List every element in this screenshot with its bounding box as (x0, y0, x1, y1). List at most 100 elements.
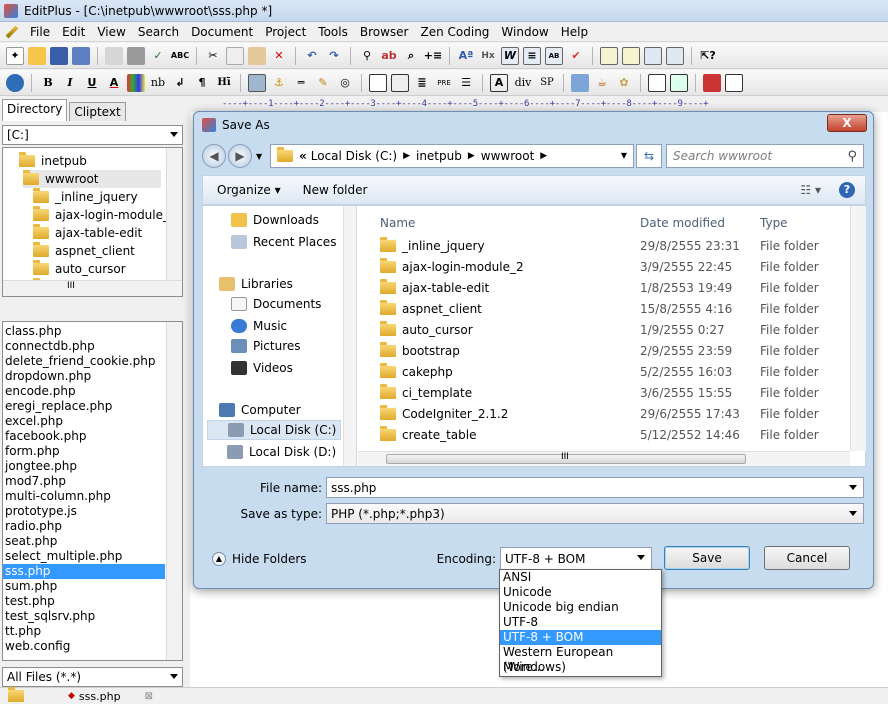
file-list-item[interactable]: delete_friend_cookie.php (5, 354, 156, 369)
file-list-item[interactable]: sum.php (5, 579, 57, 594)
find-icon[interactable]: ⚲ (358, 47, 376, 65)
menu-edit[interactable]: Edit (56, 25, 91, 39)
scroll-thumb[interactable]: III (386, 452, 746, 464)
encoding-option[interactable]: Unicode (500, 585, 661, 600)
nav-item-videos[interactable]: Videos (231, 358, 293, 378)
help-icon[interactable]: ? (839, 182, 855, 198)
comment-icon[interactable]: ◎ (336, 74, 354, 92)
context-help-icon[interactable]: ⇱? (699, 47, 717, 65)
undo-icon[interactable]: ↶ (303, 47, 321, 65)
script-icon[interactable] (571, 73, 589, 92)
tab-directory[interactable]: Directory (2, 99, 68, 121)
file-list-item[interactable]: mod7.php (5, 474, 66, 489)
save-type-select[interactable]: PHP (*.php;*.php3) (326, 503, 864, 524)
image-icon[interactable] (248, 73, 266, 92)
dialog-close-button[interactable]: X (827, 114, 867, 132)
file-pane[interactable]: Name Date modified Type III _inline_jque… (358, 206, 866, 466)
pre-icon[interactable]: PRE (435, 74, 453, 92)
save-button[interactable]: Save (664, 546, 750, 570)
paste-icon[interactable] (248, 46, 266, 65)
font-color-icon[interactable]: A (105, 74, 123, 92)
address-overflow[interactable]: « (299, 149, 307, 163)
table-icon[interactable] (369, 73, 387, 92)
nav-item-downloads[interactable]: Downloads (231, 210, 319, 230)
encoding-option[interactable]: Western European (Windows) (500, 645, 661, 674)
history-chevron-icon[interactable]: ▼ (256, 152, 262, 161)
file-pane-vertical-scrollbar[interactable] (850, 206, 866, 451)
address-dropdown-icon[interactable]: ▼ (621, 151, 627, 160)
find-in-files-icon[interactable]: ⌕ (402, 47, 420, 65)
file-name-input[interactable]: sss.php (326, 477, 864, 498)
file-filter-select[interactable]: All Files (*.*) (2, 667, 183, 687)
file-row[interactable]: ajax-login-module_2 3/9/2555 22:45 File fo… (358, 257, 848, 278)
file-row[interactable]: bootstrap 2/9/2555 23:59 File folder (358, 341, 848, 362)
back-button[interactable]: ◀ (202, 144, 226, 168)
address-segment-local-disk[interactable]: Local Disk (C:) (311, 149, 397, 163)
hide-folders-button[interactable]: ▲ Hide Folders (212, 552, 307, 566)
output-window-icon[interactable] (600, 46, 618, 65)
open-folder-icon[interactable] (28, 46, 46, 65)
paragraph-icon[interactable]: ¶ (193, 74, 211, 92)
tree-item-selected[interactable]: wwwroot (23, 170, 161, 188)
address-segment-inetpub[interactable]: inetpub (416, 149, 462, 163)
file-list-item[interactable]: encode.php (5, 384, 76, 399)
word-wrap-icon[interactable]: W (501, 46, 519, 65)
font-size-icon[interactable]: Aª (457, 47, 475, 65)
span-icon[interactable]: SP (538, 74, 556, 92)
tab-cliptext[interactable]: Cliptext (69, 102, 126, 121)
file-list-item[interactable]: form.php (5, 444, 60, 459)
nav-item-recent-places[interactable]: Recent Places (231, 232, 336, 252)
file-row[interactable]: auto_cursor 1/9/2555 0:27 File folder (358, 320, 848, 341)
directory-tree[interactable]: inetpub wwwroot _inline_jquery ajax-logi… (2, 147, 183, 297)
edit-style-icon[interactable]: ✎ (314, 74, 332, 92)
div-icon[interactable]: div (512, 74, 534, 92)
forward-button[interactable]: ▶ (228, 144, 252, 168)
file-list-item[interactable]: eregi_replace.php (5, 399, 112, 414)
fullscreen-icon[interactable] (666, 46, 684, 65)
file-list-item[interactable]: web.config (5, 639, 70, 654)
abc-icon[interactable]: ABC (171, 47, 189, 65)
menu-view[interactable]: View (91, 25, 131, 39)
line-break-icon[interactable]: ↲ (171, 74, 189, 92)
column-header-date[interactable]: Date modified (640, 216, 725, 230)
cut-icon[interactable]: ✂ (204, 47, 222, 65)
search-icon[interactable]: ⚲ (847, 149, 857, 164)
file-row[interactable]: cakephp 5/2/2555 16:03 File folder (358, 362, 848, 383)
address-bar[interactable]: « Local Disk (C:) ▶ inetpub ▶ wwwroot ▶ … (270, 144, 634, 168)
organize-button[interactable]: Organize ▾ (217, 183, 281, 197)
view-options-icon[interactable]: ☷ ▾ (800, 183, 821, 197)
file-row[interactable]: ajax-table-edit 1/8/2553 19:49 File folder (358, 278, 848, 299)
replace-icon[interactable]: ab (380, 47, 398, 65)
search-input[interactable]: Search wwwroot ⚲ (666, 144, 864, 168)
encoding-option[interactable]: More... (500, 660, 661, 675)
encoding-select[interactable]: UTF-8 + BOM (500, 547, 652, 570)
nav-item-local-disk-c[interactable]: Local Disk (C:) (207, 420, 341, 440)
menu-project[interactable]: Project (259, 25, 312, 39)
chevron-right-icon[interactable]: ▶ (540, 151, 547, 161)
navigation-pane[interactable]: Downloads Recent Places Libraries Docume… (203, 206, 357, 466)
menu-help[interactable]: Help (555, 25, 594, 39)
redo-icon[interactable]: ↷ (325, 47, 343, 65)
file-list-item[interactable]: jongtee.php (5, 459, 77, 474)
menu-tools[interactable]: Tools (312, 25, 354, 39)
file-list-item[interactable]: prototype.js (5, 504, 77, 519)
nav-item-computer[interactable]: Computer (219, 400, 301, 420)
php-icon[interactable]: ✿ (615, 74, 633, 92)
tree-item[interactable]: inetpub (19, 152, 87, 170)
new-folder-button[interactable]: New folder (303, 183, 368, 197)
column-select-icon[interactable]: AB (545, 46, 563, 65)
file-row[interactable]: aspnet_client 15/8/2555 4:16 File folder (358, 299, 848, 320)
file-list-item[interactable]: facebook.php (5, 429, 86, 444)
java-icon[interactable]: ☕ (593, 74, 611, 92)
menu-window[interactable]: Window (495, 25, 554, 39)
encoding-option[interactable]: ANSI (500, 570, 661, 585)
column-header-name[interactable]: Name (380, 216, 415, 230)
file-pane-horizontal-scrollbar[interactable]: III (358, 451, 850, 466)
address-segment-wwwroot[interactable]: wwwroot (481, 149, 535, 163)
new-file-icon[interactable]: ✦ (6, 46, 24, 65)
nav-item-music[interactable]: Music (231, 316, 287, 336)
file-list-item[interactable]: test_sqlsrv.php (5, 609, 95, 624)
italic-icon[interactable]: I (61, 74, 79, 92)
spell-check-icon[interactable]: ✓ (149, 47, 167, 65)
file-list-item[interactable]: radio.php (5, 519, 62, 534)
